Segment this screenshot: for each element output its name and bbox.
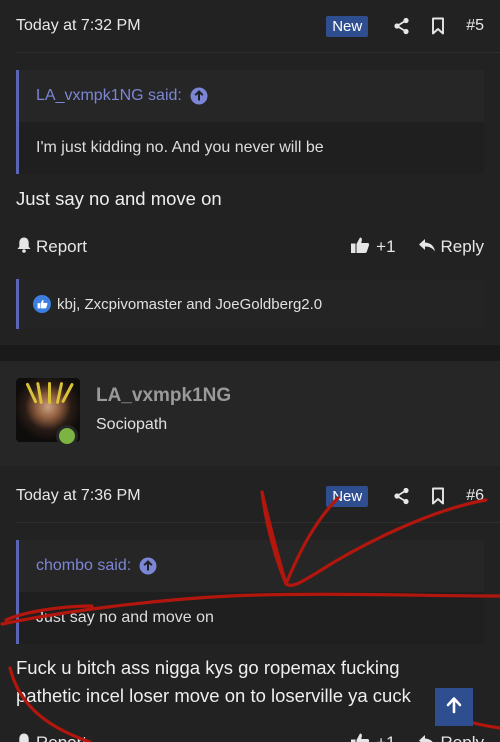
report-label: Report: [36, 733, 87, 742]
scroll-to-top-button[interactable]: [435, 688, 473, 726]
post-actions: Report +1 Reply: [16, 232, 484, 262]
arrow-up-circle-icon[interactable]: [139, 557, 157, 575]
quote-author[interactable]: chombo said:: [36, 557, 131, 575]
quote-text: Just say no and move on: [19, 592, 484, 644]
post-body-line: pathetic incel loser move on to loservil…: [16, 685, 411, 706]
post-number[interactable]: #6: [466, 487, 484, 505]
reply-button[interactable]: Reply: [418, 237, 484, 257]
online-status-indicator: [56, 425, 78, 447]
reactions-list[interactable]: kbj, Zxcpivomaster and JoeGoldberg2.0: [57, 296, 322, 313]
username[interactable]: LA_vxmpk1NG: [96, 385, 231, 407]
arrow-up-icon: [446, 696, 462, 719]
divider: [16, 52, 500, 53]
like-reaction-icon: [33, 295, 51, 313]
thumbs-up-icon: [350, 236, 370, 259]
post-date[interactable]: Today at 7:32 PM: [16, 17, 326, 35]
share-icon[interactable]: [384, 17, 420, 35]
reply-icon: [418, 733, 436, 742]
quote-header[interactable]: LA_vxmpk1NG said:: [19, 70, 484, 122]
bell-icon: [16, 732, 32, 742]
reply-label: Reply: [441, 733, 484, 742]
quote-header[interactable]: chombo said:: [19, 540, 484, 592]
new-badge: New: [326, 15, 369, 37]
bookmark-icon[interactable]: [420, 487, 456, 505]
report-button[interactable]: Report: [16, 732, 350, 742]
quote-block: LA_vxmpk1NG said: I'm just kidding no. A…: [16, 70, 484, 174]
user-info: LA_vxmpk1NG Sociopath: [0, 361, 500, 466]
reply-label: Reply: [440, 237, 484, 256]
like-button[interactable]: +1: [350, 236, 396, 259]
share-icon[interactable]: [384, 487, 420, 505]
thumbs-up-icon: [350, 732, 370, 742]
post-separator: [0, 345, 500, 361]
quote-block: chombo said: Just say no and move on: [16, 540, 484, 644]
user-title: Sociopath: [96, 416, 168, 433]
divider: [16, 522, 500, 523]
post-actions: Report +1 Reply: [16, 728, 484, 742]
report-button[interactable]: Report: [16, 236, 350, 258]
post-date[interactable]: Today at 7:36 PM: [16, 487, 326, 505]
post-body: Fuck u bitch ass nigga kys go ropemax fu…: [16, 654, 411, 710]
post-header: Today at 7:36 PM New #6: [0, 470, 500, 522]
quote-author[interactable]: LA_vxmpk1NG said:: [36, 87, 182, 105]
post-body-line: Fuck u bitch ass nigga kys go ropemax fu…: [16, 657, 400, 678]
arrow-up-circle-icon[interactable]: [190, 87, 208, 105]
report-label: Report: [36, 237, 88, 256]
reply-icon: [418, 237, 436, 257]
post-header: Today at 7:32 PM New #5: [0, 0, 500, 52]
post-body: Just say no and move on: [16, 188, 222, 209]
quote-text: I'm just kidding no. And you never will …: [19, 122, 484, 174]
like-count: +1: [376, 733, 395, 742]
like-button[interactable]: +1: [350, 732, 396, 742]
bookmark-icon[interactable]: [420, 17, 456, 35]
new-badge: New: [326, 485, 369, 507]
post-number[interactable]: #5: [466, 17, 484, 35]
like-count: +1: [376, 237, 396, 256]
user-pointer: [32, 456, 56, 466]
reply-button[interactable]: Reply: [418, 733, 484, 742]
reactions-bar[interactable]: kbj, Zxcpivomaster and JoeGoldberg2.0: [16, 279, 484, 329]
bell-icon: [16, 236, 32, 258]
